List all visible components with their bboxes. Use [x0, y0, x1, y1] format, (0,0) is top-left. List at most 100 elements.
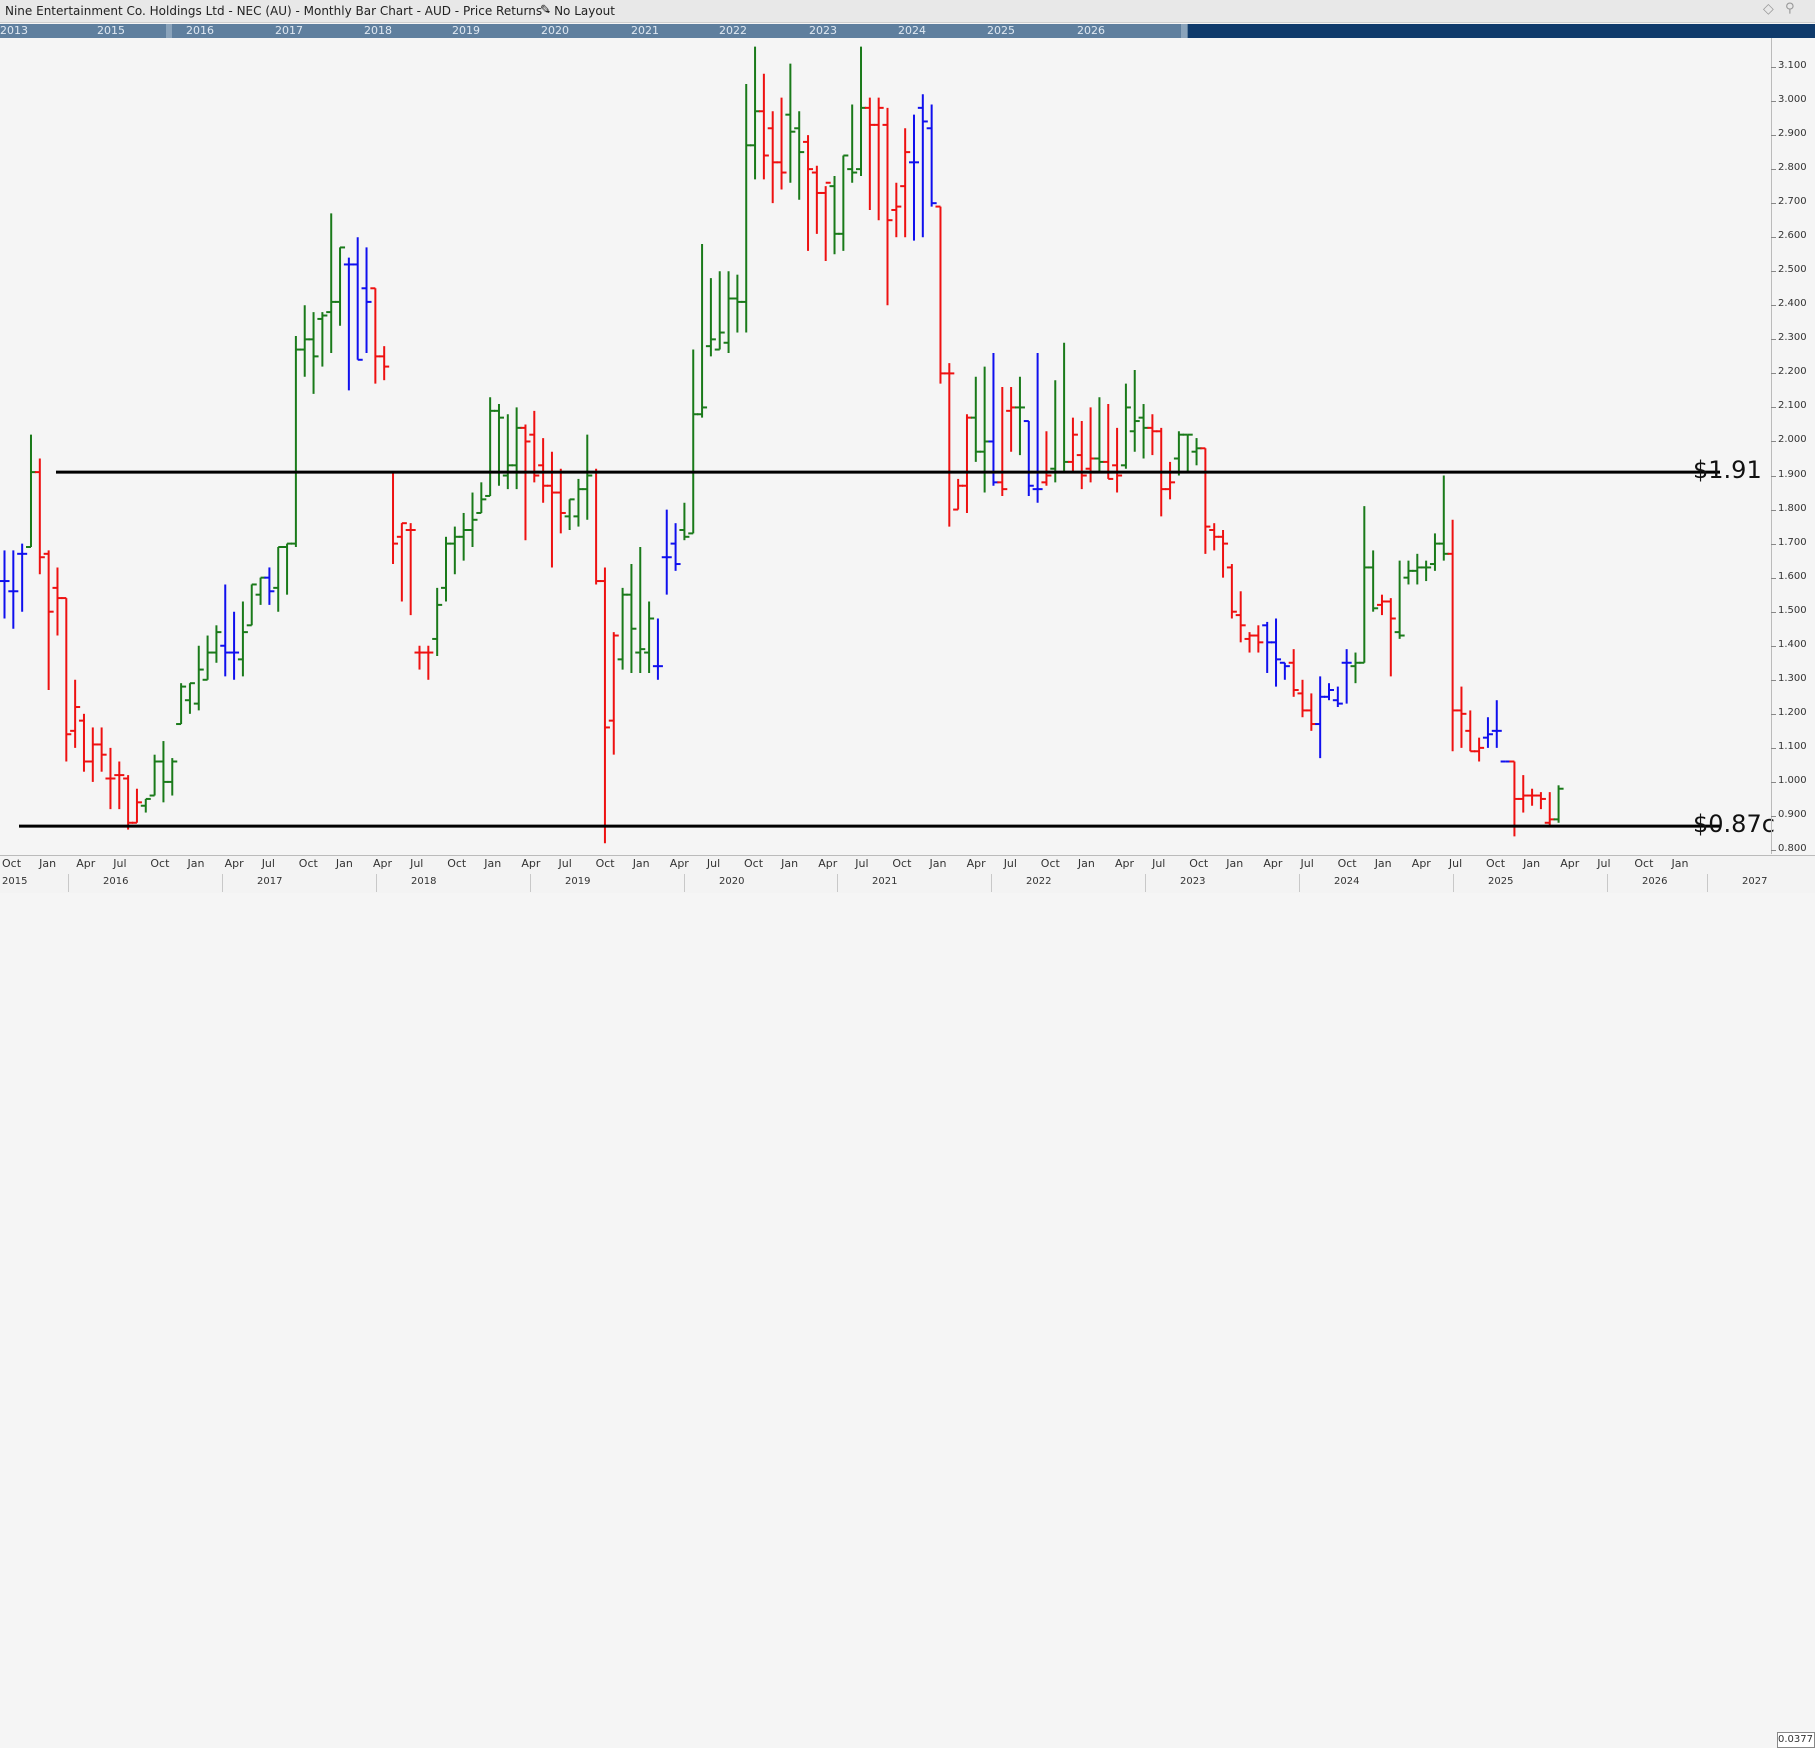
- year-separator: [684, 874, 685, 892]
- ohlc-bar: [882, 107, 893, 306]
- y-tick-mark: [1771, 271, 1776, 273]
- ohlc-bar: [1332, 686, 1343, 708]
- ohlc-bar: [1200, 447, 1211, 554]
- ohlc-bar: [511, 407, 522, 490]
- ohlc-bar: [1438, 475, 1449, 561]
- ohlc-bar: [750, 46, 761, 180]
- y-tick-label: 1.800: [1778, 502, 1807, 514]
- ohlc-bar: [441, 536, 451, 602]
- x-month-label: Oct: [1634, 857, 1654, 870]
- x-month-label: Apr: [521, 857, 541, 870]
- x-year-label: 2017: [257, 876, 283, 887]
- ohlc-bar: [61, 597, 72, 762]
- ohlc-bar: [1059, 342, 1070, 474]
- ohlc-bar: [123, 775, 134, 830]
- ohlc-bar: [149, 754, 160, 797]
- y-tick-mark: [1771, 747, 1776, 749]
- x-month-label: Apr: [224, 857, 244, 870]
- y-tick-mark: [1771, 135, 1776, 137]
- ohlc-bar: [1235, 591, 1246, 643]
- ohlc-bar: [25, 434, 36, 549]
- ohlc-bar: [705, 278, 716, 357]
- x-month-label: Oct: [2, 857, 22, 870]
- ohlc-bar: [326, 213, 337, 353]
- ohlc-bar: [202, 635, 213, 681]
- y-tick-label: 0.900: [1778, 808, 1807, 820]
- ohlc-bar: [1297, 679, 1308, 718]
- ohlc-bar: [829, 175, 840, 255]
- ohlc-bar: [1165, 461, 1176, 500]
- x-month-label: Jul: [1003, 857, 1017, 870]
- ohlc-bar: [1067, 417, 1078, 473]
- ohlc-bar: [388, 471, 399, 565]
- ohlc-bar: [105, 747, 116, 810]
- ohlc-bar: [935, 205, 946, 384]
- ohlc-bar: [414, 645, 425, 670]
- y-tick-label: 2.400: [1778, 298, 1807, 310]
- ohlc-bar: [1209, 523, 1220, 551]
- ohlc-bar: [1421, 560, 1432, 582]
- ohlc-bar: [803, 135, 814, 251]
- ohlc-bar: [1147, 414, 1158, 456]
- ohlc-bar: [343, 257, 354, 391]
- x-month-label: Jul: [410, 857, 424, 870]
- ohlc-bar: [652, 618, 663, 680]
- ohlc-bar: [1129, 369, 1140, 452]
- ohlc-bar: [617, 587, 628, 670]
- price-chart[interactable]: [0, 0, 1815, 892]
- ohlc-bar: [1350, 652, 1361, 684]
- ohlc-bar: [1403, 560, 1414, 585]
- ohlc-bar: [1032, 352, 1043, 503]
- ohlc-bar: [1429, 533, 1440, 571]
- ohlc-bar: [0, 550, 10, 619]
- year-separator: [837, 874, 838, 892]
- x-month-label: Oct: [1486, 857, 1506, 870]
- ohlc-bar: [1359, 506, 1370, 664]
- y-axis-line: [1771, 38, 1772, 854]
- x-year-label: 2025: [1488, 876, 1514, 887]
- ohlc-bar: [405, 523, 416, 616]
- x-month-label: Oct: [298, 857, 318, 870]
- x-month-label: Oct: [1189, 857, 1209, 870]
- ohlc-bar: [741, 84, 752, 333]
- ohlc-bar: [78, 713, 89, 772]
- ohlc-bar: [573, 478, 584, 527]
- ohlc-bar: [908, 114, 919, 241]
- x-year-label: 2016: [103, 876, 129, 887]
- ohlc-bar: [608, 632, 619, 755]
- ohlc-bar: [432, 587, 443, 656]
- horizontal-line-label: $1.91: [1693, 456, 1762, 485]
- ohlc-bar: [211, 625, 222, 663]
- ohlc-bar: [953, 478, 964, 511]
- ohlc-bar: [679, 502, 690, 541]
- x-month-label: Jan: [781, 857, 799, 870]
- year-separator: [1453, 874, 1454, 892]
- x-month-label: Oct: [892, 857, 912, 870]
- ohlc-bar: [1482, 717, 1493, 748]
- y-tick-label: 2.800: [1778, 162, 1807, 174]
- ohlc-bar: [1553, 785, 1564, 823]
- ohlc-bar: [670, 523, 681, 571]
- ohlc-bar: [1474, 737, 1485, 762]
- ohlc-bar: [811, 165, 822, 234]
- ohlc-bar: [1412, 553, 1423, 585]
- ohlc-bar: [264, 567, 275, 605]
- y-tick-label: 3.100: [1778, 60, 1807, 71]
- corner-value: 0.0377: [1777, 1732, 1815, 1748]
- ohlc-bar: [723, 271, 734, 353]
- x-year-label: 2027: [1742, 876, 1768, 887]
- ohlc-bar: [1006, 387, 1017, 452]
- y-tick-label: 1.500: [1778, 604, 1807, 616]
- ohlc-bar: [52, 567, 63, 636]
- ohlc-bar: [96, 727, 107, 772]
- ohlc-bar: [8, 550, 19, 629]
- x-month-label: Oct: [744, 857, 764, 870]
- ohlc-bar: [856, 46, 867, 176]
- year-separator: [1707, 874, 1708, 892]
- x-month-label: Oct: [595, 857, 615, 870]
- ohlc-bar: [864, 97, 875, 210]
- ohlc-bar: [87, 727, 98, 782]
- ohlc-bar: [1535, 792, 1546, 810]
- year-separator: [376, 874, 377, 892]
- ohlc-bar: [1103, 404, 1114, 480]
